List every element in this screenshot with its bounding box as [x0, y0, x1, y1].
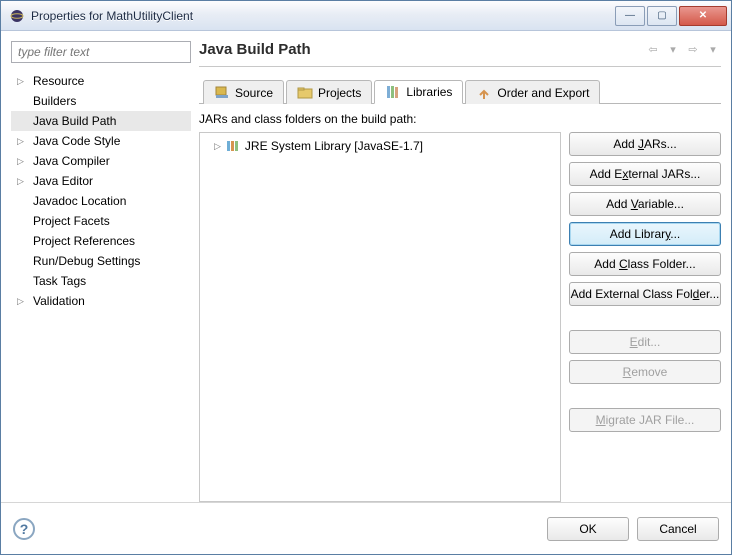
tab-source[interactable]: Source	[203, 80, 284, 104]
add-external-class-folder-button[interactable]: Add External Class Folder...	[569, 282, 721, 306]
tree-label: Validation	[33, 294, 85, 308]
ok-button[interactable]: OK	[547, 517, 629, 541]
add-external-jars-button[interactable]: Add External JARs...	[569, 162, 721, 186]
window-title: Properties for MathUtilityClient	[31, 9, 615, 23]
tree-item-validation[interactable]: ▷Validation	[11, 291, 191, 311]
tree-item-builders[interactable]: Builders	[11, 91, 191, 111]
eclipse-icon	[9, 8, 25, 24]
tab-label: Source	[235, 86, 273, 100]
add-library-button[interactable]: Add Library...	[569, 222, 721, 246]
tree-label: Builders	[33, 94, 76, 108]
tree-label: Run/Debug Settings	[33, 254, 140, 268]
tree-label: Java Editor	[33, 174, 93, 188]
close-button[interactable]: ✕	[679, 6, 727, 26]
category-sidebar: ▷Resource Builders Java Build Path ▷Java…	[11, 41, 191, 502]
libraries-icon	[385, 84, 401, 100]
tree-item-project-references[interactable]: Project References	[11, 231, 191, 251]
library-buttons: Add JARs... Add External JARs... Add Var…	[569, 132, 721, 502]
add-jars-button[interactable]: Add JARs...	[569, 132, 721, 156]
tree-label: Javadoc Location	[33, 194, 126, 208]
tree-item-resource[interactable]: ▷Resource	[11, 71, 191, 91]
tree-label: Java Code Style	[33, 134, 120, 148]
back-button[interactable]: ⇦	[645, 42, 661, 58]
tree-item-java-compiler[interactable]: ▷Java Compiler	[11, 151, 191, 171]
expand-icon[interactable]: ▷	[214, 141, 221, 152]
forward-button[interactable]: ⇨	[685, 42, 701, 58]
migrate-jar-button: Migrate JAR File...	[569, 408, 721, 432]
add-variable-button[interactable]: Add Variable...	[569, 192, 721, 216]
tree-item-task-tags[interactable]: Task Tags	[11, 271, 191, 291]
titlebar[interactable]: Properties for MathUtilityClient — ▢ ✕	[1, 1, 731, 31]
tree-item-java-code-style[interactable]: ▷Java Code Style	[11, 131, 191, 151]
library-label: JRE System Library [JavaSE-1.7]	[245, 139, 423, 153]
tree-label: Project References	[33, 234, 135, 248]
tree-label: Task Tags	[33, 274, 86, 288]
tree-label: Java Build Path	[33, 114, 116, 128]
tab-label: Libraries	[406, 85, 452, 99]
order-icon	[476, 85, 492, 101]
forward-menu-button[interactable]: ▾	[705, 42, 721, 58]
tree-item-java-editor[interactable]: ▷Java Editor	[11, 171, 191, 191]
add-class-folder-button[interactable]: Add Class Folder...	[569, 252, 721, 276]
tree-label: Java Compiler	[33, 154, 110, 168]
cancel-button[interactable]: Cancel	[637, 517, 719, 541]
libraries-list[interactable]: ▷ JRE System Library [JavaSE-1.7]	[199, 132, 561, 502]
source-icon	[214, 85, 230, 101]
minimize-button[interactable]: —	[615, 6, 645, 26]
dialog-footer: ? OK Cancel	[1, 502, 731, 554]
library-entry[interactable]: ▷ JRE System Library [JavaSE-1.7]	[204, 137, 556, 155]
projects-icon	[297, 85, 313, 101]
page-content: Java Build Path ⇦ ▾ ⇨ ▾ Source Projects …	[199, 41, 721, 502]
tab-libraries[interactable]: Libraries	[374, 80, 463, 104]
tab-description: JARs and class folders on the build path…	[199, 112, 721, 126]
tree-label: Resource	[33, 74, 84, 88]
properties-dialog: Properties for MathUtilityClient — ▢ ✕ ▷…	[0, 0, 732, 555]
tree-label: Project Facets	[33, 214, 110, 228]
tab-label: Projects	[318, 86, 361, 100]
tab-label: Order and Export	[497, 86, 589, 100]
jre-library-icon	[225, 138, 241, 154]
filter-input[interactable]	[11, 41, 191, 63]
tab-bar: Source Projects Libraries Order and Expo…	[199, 79, 721, 104]
page-title: Java Build Path	[199, 41, 641, 58]
tree-item-run-debug-settings[interactable]: Run/Debug Settings	[11, 251, 191, 271]
maximize-button[interactable]: ▢	[647, 6, 677, 26]
remove-button: Remove	[569, 360, 721, 384]
category-tree[interactable]: ▷Resource Builders Java Build Path ▷Java…	[11, 69, 191, 502]
tab-order-export[interactable]: Order and Export	[465, 80, 600, 104]
tree-item-java-build-path[interactable]: Java Build Path	[11, 111, 191, 131]
back-menu-button[interactable]: ▾	[665, 42, 681, 58]
edit-button: Edit...	[569, 330, 721, 354]
tree-item-javadoc-location[interactable]: Javadoc Location	[11, 191, 191, 211]
tree-item-project-facets[interactable]: Project Facets	[11, 211, 191, 231]
help-button[interactable]: ?	[13, 518, 35, 540]
tab-projects[interactable]: Projects	[286, 80, 372, 104]
